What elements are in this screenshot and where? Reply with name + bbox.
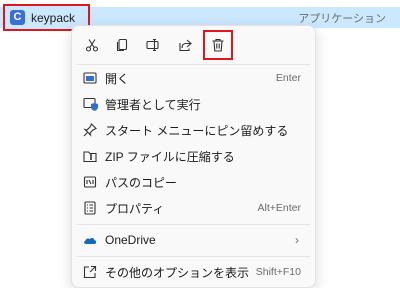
onedrive-cloud-icon	[82, 232, 98, 248]
context-menu: 開く Enter 管理者として実行 スタート メニューにピン留めする ZIP フ…	[71, 25, 316, 288]
zip-folder-icon	[82, 148, 98, 164]
menu-item-label: 管理者として実行	[105, 97, 201, 112]
menu-item-label: パスのコピー	[105, 175, 178, 190]
more-options-icon	[82, 264, 98, 280]
delete-icon[interactable]	[206, 34, 230, 56]
shortcut-label: Shift+F10	[255, 266, 301, 278]
menu-item-zip[interactable]: ZIP ファイルに圧縮する	[72, 143, 315, 169]
share-icon[interactable]	[173, 34, 197, 56]
cut-icon[interactable]	[80, 34, 104, 56]
menu-item-open[interactable]: 開く Enter	[72, 65, 315, 91]
menu-item-copy-path[interactable]: パスのコピー	[72, 169, 315, 195]
menu-item-properties[interactable]: プロパティ Alt+Enter	[72, 195, 315, 221]
menu-item-label: 開く	[105, 71, 130, 86]
shield-icon	[82, 96, 98, 112]
chevron-right-icon: ›	[295, 233, 299, 247]
menu-item-label: OneDrive	[105, 233, 156, 247]
app-icon: C	[10, 10, 25, 25]
divider	[76, 224, 311, 225]
copy-path-icon	[82, 174, 98, 190]
menu-item-more-options[interactable]: その他のオプションを表示 Shift+F10	[72, 259, 315, 285]
menu-toolbar	[72, 26, 315, 64]
menu-item-label: スタート メニューにピン留めする	[105, 123, 289, 138]
divider	[76, 256, 311, 257]
rename-icon[interactable]	[141, 34, 165, 56]
file-name: keypack	[31, 10, 76, 25]
menu-item-onedrive[interactable]: OneDrive ›	[72, 227, 315, 253]
pin-icon	[82, 122, 98, 138]
open-icon	[82, 70, 98, 86]
file-type: アプリケーション	[298, 13, 386, 25]
shortcut-label: Enter	[275, 72, 301, 84]
menu-item-label: ZIP ファイルに圧縮する	[105, 149, 235, 164]
menu-item-pin-start[interactable]: スタート メニューにピン留めする	[72, 117, 315, 143]
properties-icon	[82, 200, 98, 216]
shortcut-label: Alt+Enter	[257, 202, 301, 214]
menu-item-run-as-admin[interactable]: 管理者として実行	[72, 91, 315, 117]
copy-icon[interactable]	[110, 34, 134, 56]
menu-item-label: プロパティ	[105, 201, 165, 216]
menu-item-label: その他のオプションを表示	[105, 265, 250, 280]
